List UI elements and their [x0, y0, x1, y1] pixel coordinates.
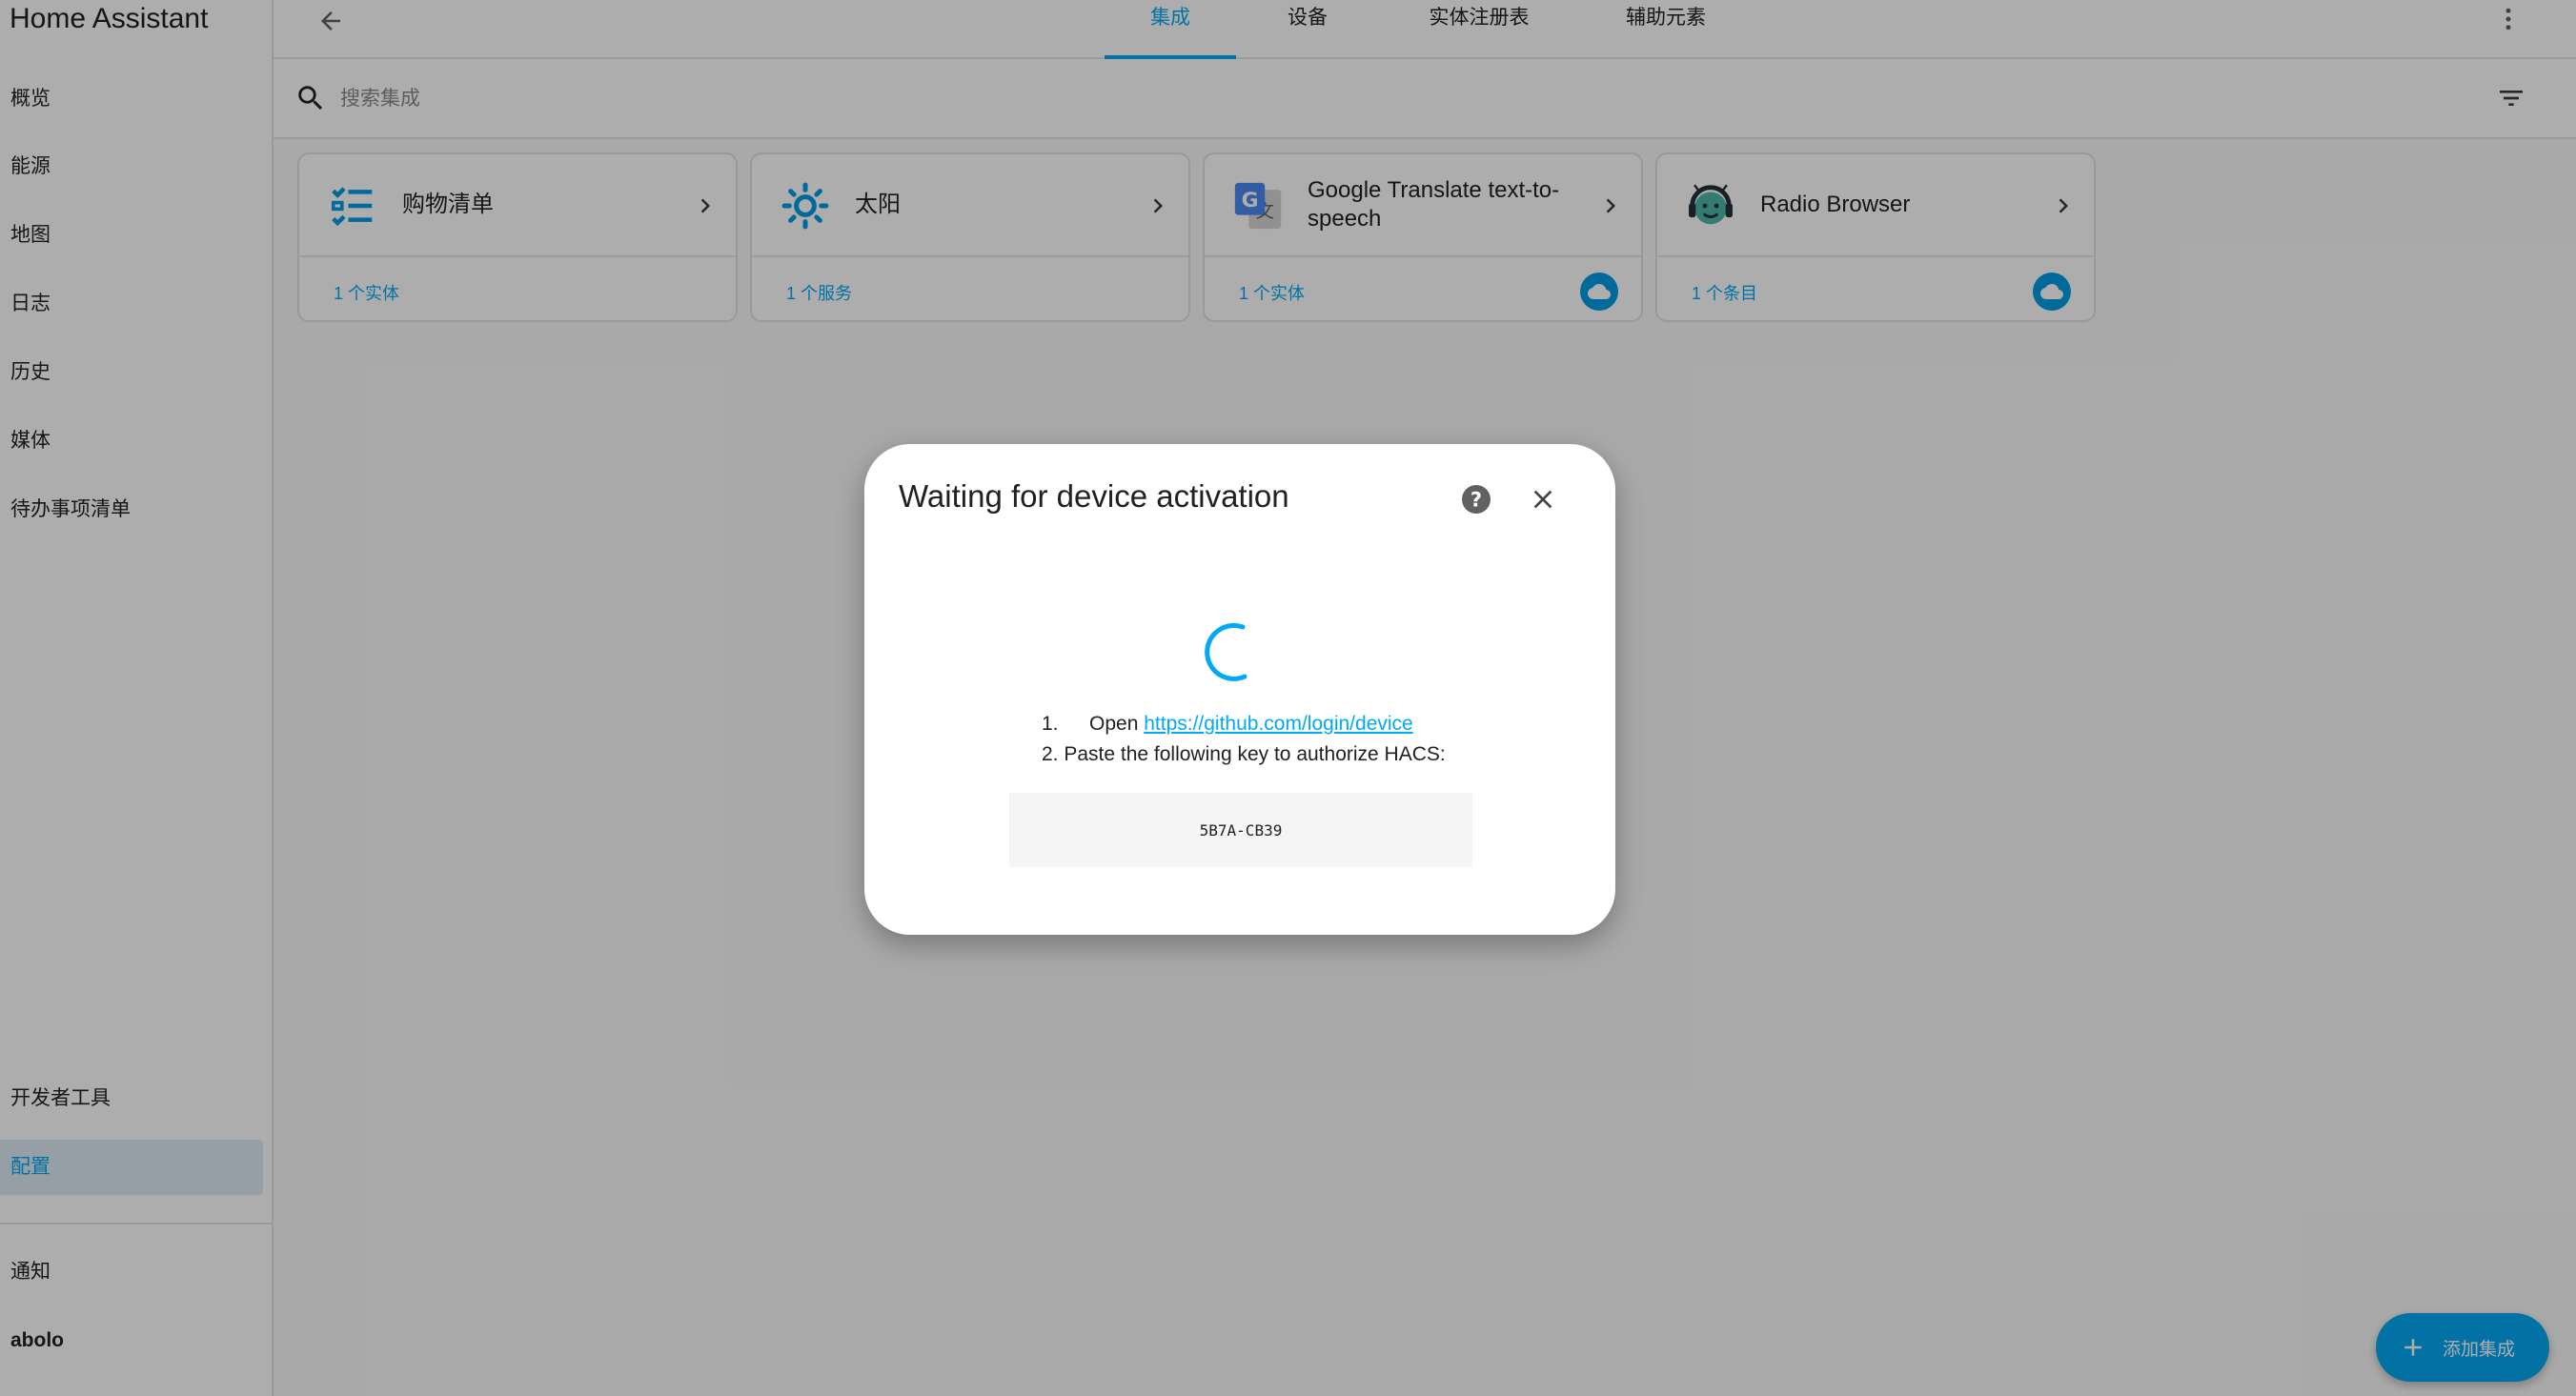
step-1: 1. Open https://github.com/login/device — [1042, 713, 1413, 736]
github-device-link[interactable]: https://github.com/login/device — [1144, 713, 1413, 735]
dialog-title: Waiting for device activation — [899, 478, 1289, 514]
loading-spinner — [1205, 622, 1247, 681]
device-activation-dialog: Waiting for device activation ? 1. Open h… — [864, 444, 1615, 935]
help-button[interactable]: ? — [1455, 478, 1497, 520]
step-1-prefix: Open — [1089, 713, 1139, 735]
device-code[interactable]: 5B7A-CB39 — [1009, 793, 1472, 867]
close-icon — [1533, 490, 1552, 509]
help-circle-icon: ? — [1462, 485, 1491, 514]
step-2: 2. Paste the following key to authorize … — [1042, 743, 1446, 765]
close-button[interactable] — [1522, 478, 1564, 520]
step-1-number: 1. — [1042, 713, 1059, 735]
svg-text:?: ? — [1471, 489, 1482, 512]
